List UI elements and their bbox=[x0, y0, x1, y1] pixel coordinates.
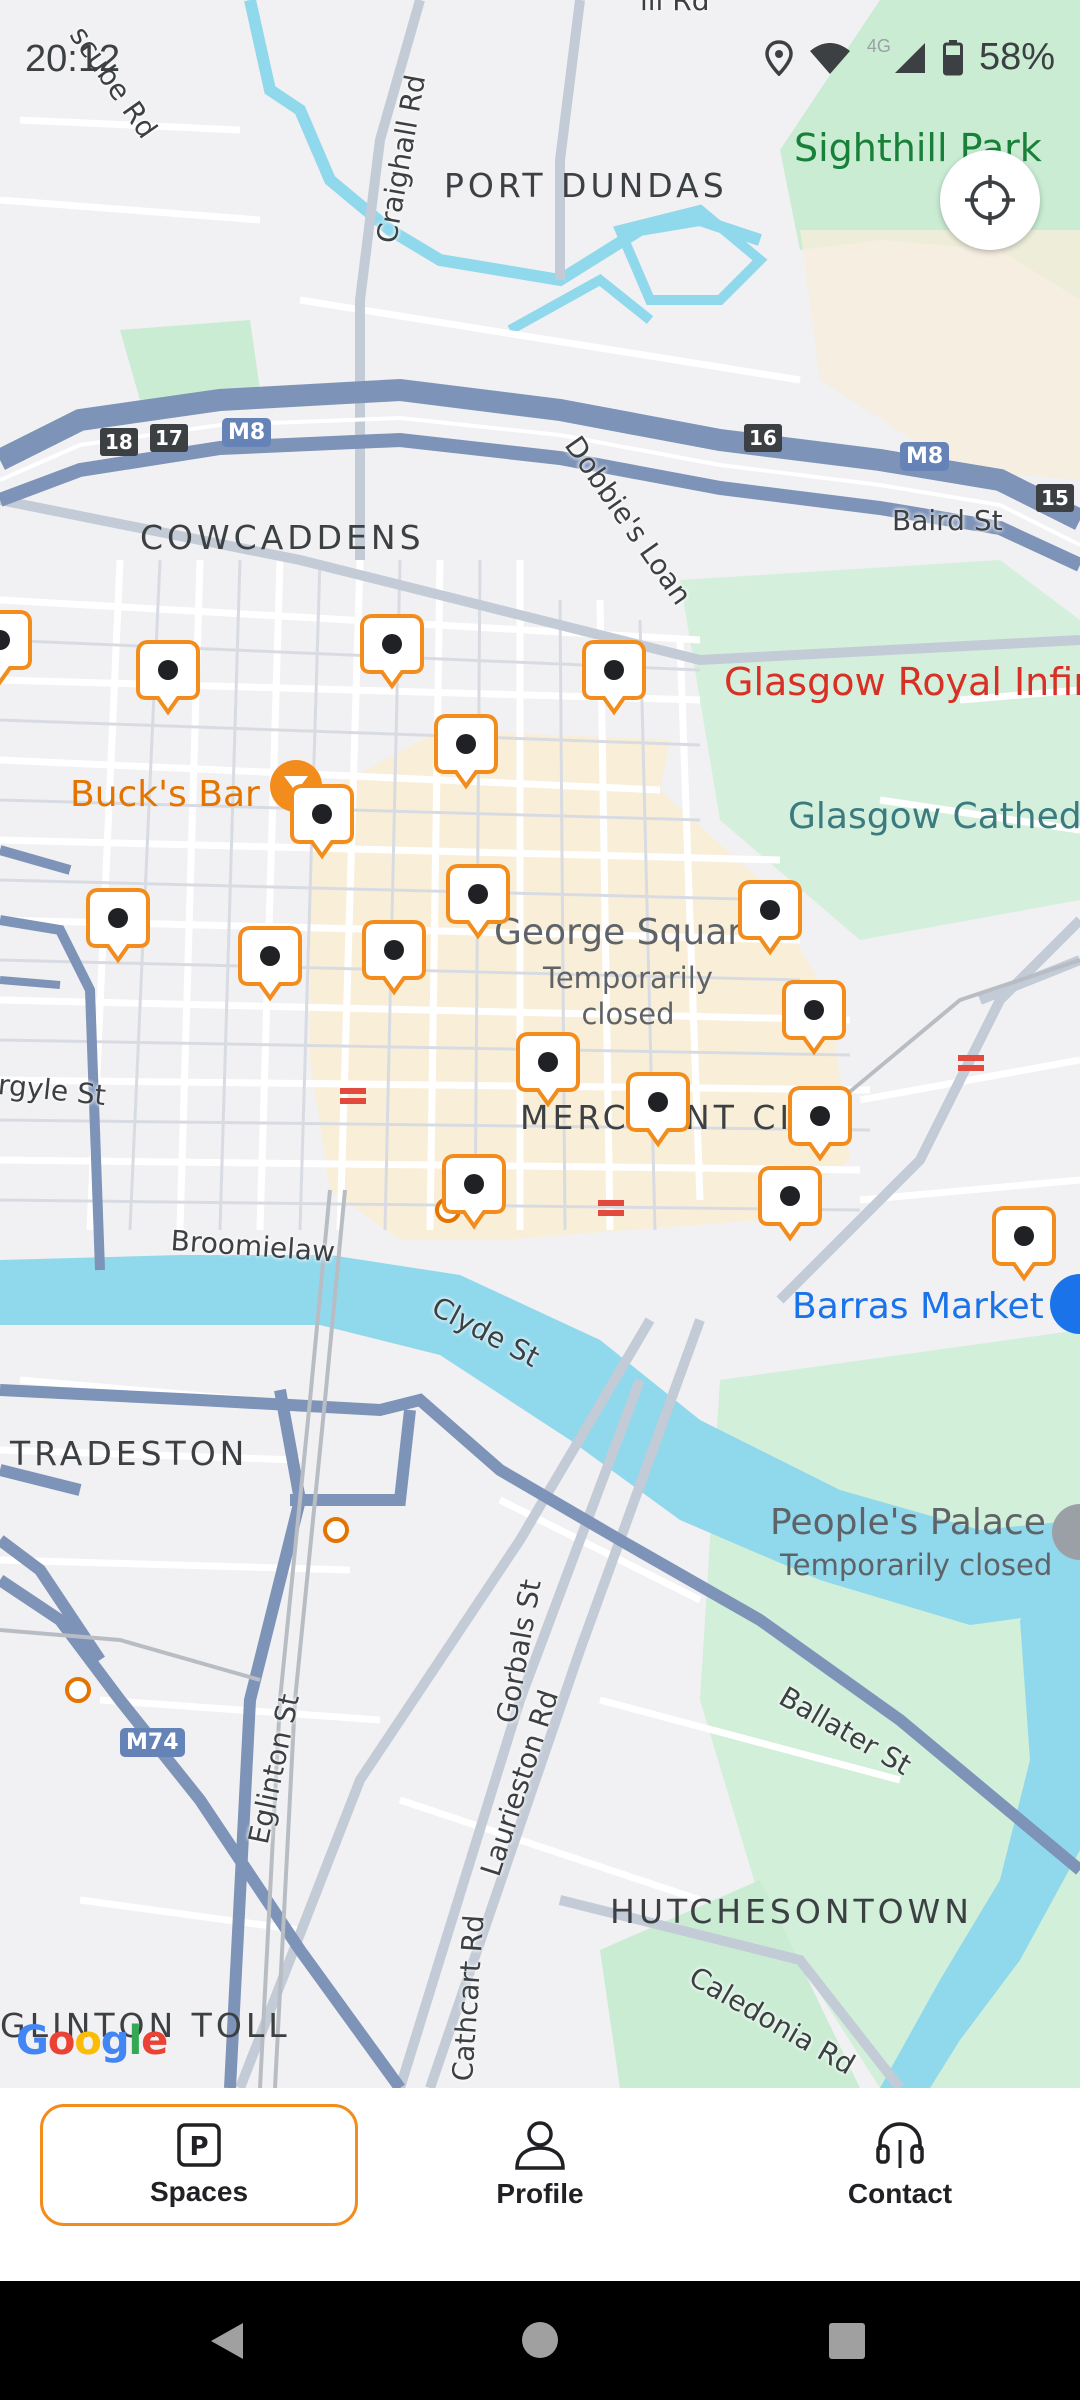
battery-icon bbox=[942, 39, 963, 75]
district-label: HUTCHESONTOWN bbox=[610, 1892, 973, 1931]
parking-pin[interactable] bbox=[738, 880, 802, 956]
person-icon bbox=[515, 2121, 565, 2170]
parking-pin[interactable] bbox=[362, 920, 426, 996]
parking-pin[interactable] bbox=[758, 1166, 822, 1242]
parking-pin[interactable] bbox=[626, 1072, 690, 1148]
poi-status-peoples-palace: Temporarily closed bbox=[780, 1548, 1053, 1582]
home-icon[interactable] bbox=[521, 2321, 559, 2359]
motorway-shield: M8 bbox=[222, 418, 272, 447]
poi-label-barras-market[interactable]: Barras Market bbox=[792, 1286, 1044, 1327]
nav-contact-label: Contact bbox=[847, 2178, 953, 2209]
locate-me-button[interactable] bbox=[940, 150, 1040, 250]
parking-pin[interactable] bbox=[290, 784, 354, 860]
map-view[interactable]: PORT DUNDAS COWCADDENS MERCHANT CITY TRA… bbox=[0, 0, 1080, 2088]
parking-pin[interactable] bbox=[582, 640, 646, 716]
headset-icon bbox=[876, 2122, 924, 2168]
parking-icon: P bbox=[177, 2123, 221, 2167]
motorway-shield: M74 bbox=[120, 1728, 185, 1757]
parking-pin[interactable] bbox=[434, 714, 498, 790]
battery-percent: 58% bbox=[978, 36, 1055, 78]
parking-pin[interactable] bbox=[238, 926, 302, 1002]
status-bar: 20:12 4G 58% bbox=[0, 0, 1080, 120]
nav-profile-label: Profile bbox=[496, 2178, 584, 2209]
location-icon bbox=[765, 39, 793, 76]
crosshair-icon bbox=[965, 175, 1015, 225]
parking-pin[interactable] bbox=[992, 1206, 1056, 1282]
district-label: COWCADDENS bbox=[140, 518, 425, 557]
google-logo: Google bbox=[16, 2018, 168, 2064]
back-icon[interactable] bbox=[207, 2321, 247, 2361]
district-label: PORT DUNDAS bbox=[444, 166, 728, 205]
poi-label-peoples-palace[interactable]: People's Palace bbox=[770, 1502, 1046, 1543]
poi-label-george-square[interactable]: George Squar bbox=[494, 912, 742, 953]
poi-label-royal-infirmary[interactable]: Glasgow Royal Infirm bbox=[724, 660, 1080, 704]
parking-pin[interactable] bbox=[516, 1032, 580, 1108]
poi-label-cathedral[interactable]: Glasgow Cathed bbox=[788, 796, 1080, 837]
junction-number: 17 bbox=[150, 424, 188, 452]
parking-pin[interactable] bbox=[782, 980, 846, 1056]
junction-number: 15 bbox=[1036, 484, 1074, 512]
nav-spaces-button[interactable]: P Spaces bbox=[40, 2104, 358, 2226]
motorway-shield: M8 bbox=[900, 442, 950, 471]
network-type: 4G bbox=[866, 36, 891, 56]
svg-text:P: P bbox=[189, 2132, 208, 2162]
nav-spaces-label: Spaces bbox=[149, 2176, 249, 2207]
system-nav-bar bbox=[0, 2281, 1080, 2400]
nav-profile-button[interactable]: Profile bbox=[381, 2104, 699, 2226]
poi-label-bucks-bar[interactable]: Buck's Bar bbox=[70, 774, 260, 815]
nav-contact-button[interactable]: Contact bbox=[741, 2104, 1059, 2226]
parking-pin[interactable] bbox=[788, 1086, 852, 1162]
bottom-nav: P Spaces Profile Contact bbox=[0, 2088, 1080, 2281]
parking-pin[interactable] bbox=[360, 614, 424, 690]
recents-icon[interactable] bbox=[829, 2323, 865, 2359]
junction-number: 16 bbox=[744, 424, 782, 452]
parking-pin[interactable] bbox=[446, 864, 510, 940]
junction-number: 18 bbox=[100, 428, 138, 456]
parking-pin[interactable] bbox=[442, 1154, 506, 1230]
district-label: TRADESTON bbox=[10, 1434, 249, 1473]
street-label: Baird St bbox=[892, 504, 1003, 537]
poi-status-george-square: Temporarily closed bbox=[543, 961, 713, 1031]
cellular-signal-icon bbox=[894, 42, 925, 73]
wifi-icon bbox=[809, 42, 850, 74]
parking-pin[interactable] bbox=[136, 640, 200, 716]
parking-pin[interactable] bbox=[0, 610, 32, 686]
status-time: 20:12 bbox=[25, 38, 121, 80]
parking-pin[interactable] bbox=[86, 888, 150, 964]
